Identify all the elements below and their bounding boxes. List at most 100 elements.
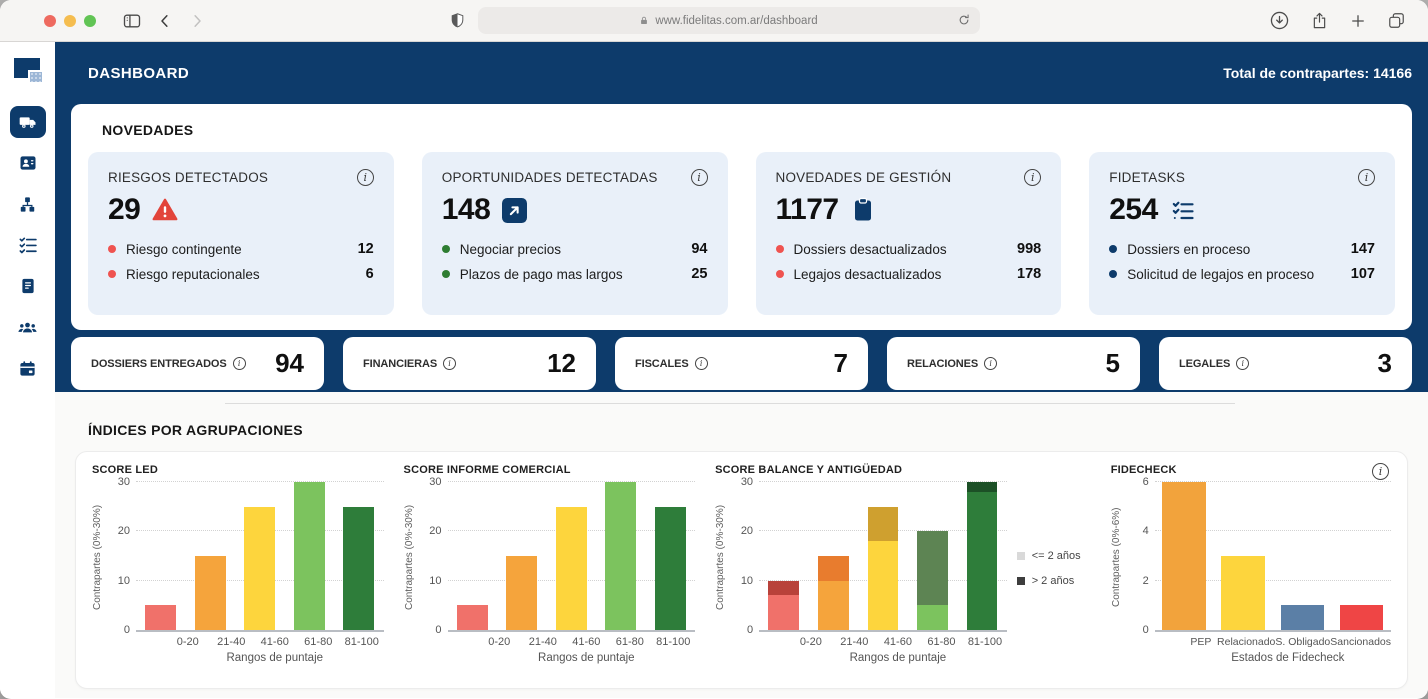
info-icon[interactable] [357,169,374,186]
info-icon[interactable] [443,357,456,370]
stat-label: DOSSIERS ENTREGADOS [91,358,227,370]
list-item: Solicitud de legajos en proceso 107 [1109,266,1375,282]
plot-area: 0102030 [136,482,384,632]
segment-menor-2-anos [868,541,899,630]
plot-area: 0102030 [759,482,1007,632]
x-tick: 21-40 [521,636,565,648]
sidebar-item-calendar[interactable] [10,352,46,384]
item-value: 147 [1351,241,1375,257]
bar-41-60 [868,482,899,630]
item-value: 107 [1351,266,1375,282]
downloads-icon[interactable] [1269,10,1290,31]
hero-section: DASHBOARD Total de contrapartes: 14166 N… [55,42,1428,392]
share-icon[interactable] [1310,11,1329,30]
sidebar-item-contacts[interactable] [10,147,46,179]
item-value: 25 [691,266,707,282]
chart-title: SCORE INFORME COMERCIAL [404,464,696,476]
bar-relacionado [1221,556,1265,630]
legend-entry: <= 2 años [1017,550,1091,562]
x-axis-label: Rangos de puntaje [448,652,696,664]
item-value: 12 [358,241,374,257]
y-axis-label: Contrapartes (0%-30%) [404,482,418,632]
sidebar-item-org-structure[interactable] [10,188,46,220]
x-tick: 81-100 [963,636,1007,648]
url-bar[interactable]: www.fidelitas.com.ar/dashboard [478,7,980,34]
item-value: 178 [1017,266,1041,282]
bar-0-20 [768,482,799,630]
plot-area: 0246 [1155,482,1391,632]
card-title: NOVEDADES DE GESTIÓN [776,170,952,185]
card-title: FIDETASKS [1109,170,1185,185]
info-icon[interactable] [1358,169,1375,186]
bullet-dot [776,245,784,253]
sidebar-item-dashboard[interactable] [10,106,46,138]
stat-value: 12 [547,348,576,379]
bar-sancionados [1340,605,1384,630]
y-tick: 30 [412,476,442,488]
info-icon[interactable] [233,357,246,370]
stat-fiscales: FISCALES 7 [615,337,868,390]
y-axis-label: Contrapartes (0%-6%) [1111,482,1125,632]
item-label: Dossiers en proceso [1127,242,1250,257]
item-label: Solicitud de legajos en proceso [1127,267,1314,282]
privacy-shield-icon[interactable] [449,11,466,30]
segment-menor-2-anos [818,581,849,630]
x-axis-label: Rangos de puntaje [136,652,384,664]
bar-0-20 [145,605,176,630]
x-tick: Relacionado [1217,636,1275,648]
sidebar-item-reports[interactable] [10,270,46,302]
y-tick: 20 [412,525,442,537]
legend-entry: > 2 años [1017,575,1091,587]
x-axis-ticks: 0-2021-4041-6061-8081-100 [448,636,696,648]
item-label: Riesgo reputacionales [126,267,260,282]
x-tick: 81-100 [340,636,384,648]
info-icon[interactable] [1372,463,1389,480]
x-tick: PEP [1185,636,1217,648]
bar-21-40 [818,482,849,630]
stat-row: DOSSIERS ENTREGADOS 94 FINANCIERAS 12 FI… [71,337,1412,390]
segment-menor-2-anos [917,605,948,630]
card-value: 29 [108,193,140,227]
info-icon[interactable] [691,169,708,186]
novedades-title: NOVEDADES [102,122,1395,138]
tab-overview-icon[interactable] [1387,11,1406,30]
org-chart-icon [18,195,37,214]
bullet-dot [442,245,450,253]
charts-section: ÍNDICES POR AGRUPACIONES SCORE LED Contr… [55,392,1428,698]
bar-81-100 [343,507,374,630]
x-tick: 61-80 [608,636,652,648]
x-tick: 21-40 [833,636,877,648]
sidebar-item-tasks[interactable] [10,229,46,261]
segment-menor-2-anos [768,595,799,630]
info-icon[interactable] [695,357,708,370]
item-label: Plazos de pago mas largos [460,267,623,282]
y-tick: 0 [1119,624,1149,636]
legend-label: > 2 años [1032,575,1075,587]
y-tick: 0 [100,624,130,636]
sidebar-item-users[interactable] [10,311,46,343]
app-logo [14,58,41,82]
info-icon[interactable] [984,357,997,370]
info-icon[interactable] [1236,357,1249,370]
x-tick: 61-80 [920,636,964,648]
bar-81-100 [967,482,998,630]
reload-icon[interactable] [957,13,971,27]
legend-swatch [1017,552,1025,560]
item-value: 6 [366,266,374,282]
bullet-dot [776,270,784,278]
stat-label: FINANCIERAS [363,358,437,370]
bullet-dot [108,270,116,278]
bar-81-100 [655,507,686,630]
bar-61-80 [605,482,636,630]
card-fidetasks: FIDETASKS 254 [1089,152,1395,315]
chart-score-led: SCORE LED Contrapartes (0%-30%) 0102030 … [92,464,384,688]
new-tab-icon[interactable] [1349,12,1367,30]
card-title: RIESGOS DETECTADOS [108,170,268,185]
chart-title: SCORE BALANCE Y ANTIGÜEDAD [715,464,1091,476]
checklist-icon [18,235,38,255]
x-axis-label: Rangos de puntaje [759,652,1007,664]
users-icon [17,317,38,338]
info-icon[interactable] [1024,169,1041,186]
y-tick: 20 [723,525,753,537]
list-item: Negociar precios 94 [442,241,708,257]
